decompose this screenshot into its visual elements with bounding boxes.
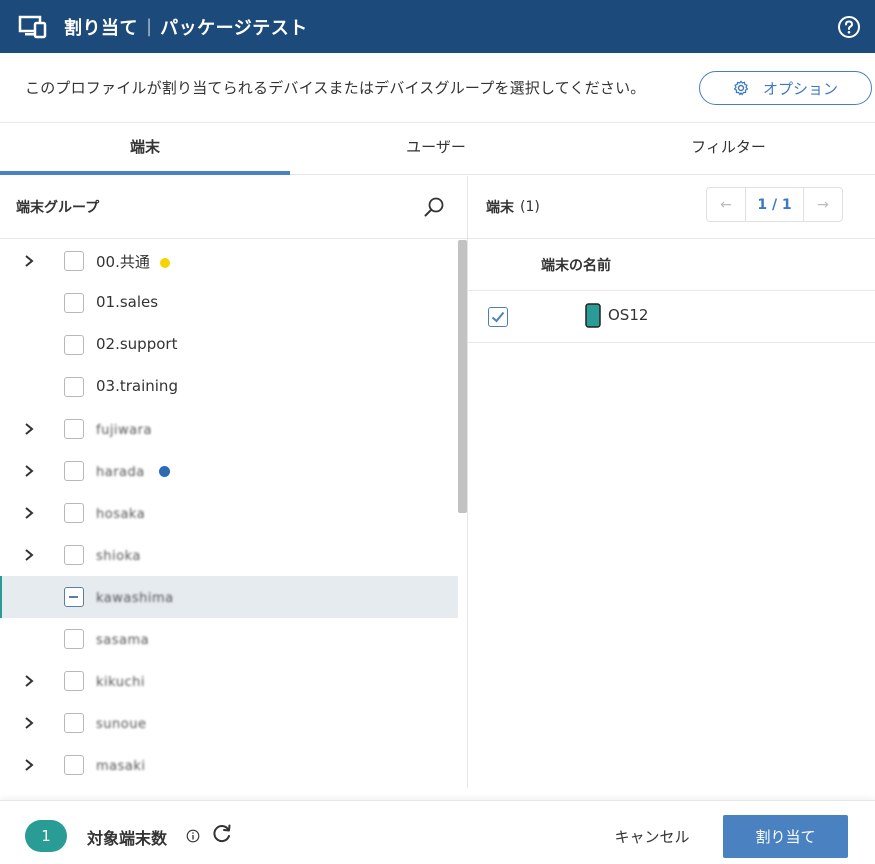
group-label: 03.training — [96, 377, 178, 395]
device-count: (1) — [520, 199, 540, 215]
chevron-right-icon[interactable] — [22, 757, 36, 773]
pager: ← 1 / 1 → — [706, 187, 843, 222]
profile-name: パッケージテスト — [160, 17, 308, 39]
target-device-count-label: 対象端末数 — [87, 829, 168, 848]
group-label: fujiwara — [96, 423, 152, 438]
search-icon[interactable] — [423, 196, 445, 218]
group-checkbox[interactable] — [64, 503, 84, 523]
device-row[interactable]: OS12 — [468, 291, 875, 343]
device-group-panel: 端末グループ 00.共通 01.sales 02.support 03.trai… — [0, 176, 468, 788]
assign-button[interactable]: 割り当て — [723, 815, 848, 858]
group-row[interactable]: sunoue — [0, 702, 458, 744]
group-checkbox[interactable] — [64, 629, 84, 649]
target-count-badge: 1 — [25, 820, 67, 852]
group-label: hosaka — [96, 507, 146, 522]
chevron-right-icon[interactable] — [22, 505, 36, 521]
group-panel-title: 端末グループ — [16, 200, 100, 216]
device-panel-title: 端末 — [486, 200, 514, 216]
device-name: OS12 — [608, 306, 649, 324]
column-header-device-name[interactable]: 端末の名前 — [468, 239, 875, 291]
title-separator: | — [146, 16, 153, 37]
group-row[interactable]: masaki — [0, 744, 458, 786]
status-dot-yellow — [159, 257, 170, 268]
group-row[interactable]: shioka — [0, 534, 458, 576]
chevron-right-icon[interactable] — [22, 715, 36, 731]
options-label: オプション — [762, 79, 838, 98]
device-panel: 端末 (1) ← 1 / 1 → 端末の名前 OS12 — [468, 176, 875, 788]
group-checkbox[interactable] — [64, 293, 84, 313]
group-panel-header: 端末グループ — [0, 176, 467, 239]
group-checkbox[interactable] — [64, 545, 84, 565]
dialog-title: 割り当て — [64, 17, 138, 39]
group-row[interactable]: 03.training — [0, 366, 458, 408]
group-row[interactable]: hosaka — [0, 492, 458, 534]
group-checkbox[interactable] — [64, 251, 84, 271]
chevron-right-icon[interactable] — [22, 463, 36, 479]
check-icon — [491, 311, 505, 323]
group-label: 00.共通 — [96, 251, 170, 272]
tab-users[interactable]: ユーザー — [290, 123, 582, 174]
tab-bar: 端末 ユーザー フィルター — [0, 123, 875, 175]
group-row[interactable]: 00.共通 — [0, 240, 458, 282]
help-circle-icon[interactable] — [837, 15, 861, 39]
group-row[interactable]: kikuchi — [0, 660, 458, 702]
tab-filters[interactable]: フィルター — [582, 123, 875, 174]
group-checkbox[interactable] — [64, 713, 84, 733]
group-row[interactable]: 02.support — [0, 324, 458, 366]
group-label: sunoue — [96, 717, 147, 732]
status-dot-blue — [159, 466, 170, 477]
chevron-right-icon[interactable] — [22, 253, 36, 269]
devices-icon — [18, 15, 47, 38]
group-label: sasama — [96, 633, 150, 648]
tab-devices[interactable]: 端末 — [0, 123, 290, 175]
group-checkbox[interactable] — [64, 377, 84, 397]
group-label: harada — [96, 465, 145, 480]
group-checkbox[interactable] — [64, 335, 84, 355]
phone-icon — [585, 303, 601, 328]
gear-icon — [733, 80, 749, 96]
group-label: shioka — [96, 549, 141, 564]
group-label: kawashima — [96, 591, 174, 606]
group-checkbox[interactable] — [64, 419, 84, 439]
device-checkbox-checked[interactable] — [488, 307, 508, 327]
group-checkbox-indeterminate[interactable] — [64, 587, 84, 607]
prev-page-button[interactable]: ← — [707, 188, 745, 221]
group-tree: 00.共通 01.sales 02.support 03.training fu… — [0, 240, 458, 788]
group-label: 02.support — [96, 335, 178, 353]
group-row[interactable]: sasama — [0, 618, 458, 660]
cancel-button[interactable]: キャンセル — [597, 817, 707, 855]
tree-scrollbar[interactable] — [458, 240, 467, 513]
group-checkbox[interactable] — [64, 671, 84, 691]
options-button[interactable]: オプション — [699, 71, 872, 105]
group-checkbox[interactable] — [64, 461, 84, 481]
instruction-text: このプロファイルが割り当てられるデバイスまたはデバイスグループを選択してください… — [25, 79, 646, 97]
group-label: kikuchi — [96, 675, 146, 690]
group-label: 01.sales — [96, 293, 159, 311]
group-row[interactable]: harada — [0, 450, 458, 492]
page-indicator: 1 / 1 — [745, 188, 804, 221]
chevron-right-icon[interactable] — [22, 547, 36, 563]
refresh-icon[interactable] — [210, 822, 234, 846]
group-checkbox[interactable] — [64, 755, 84, 775]
dialog-header: 割り当て | パッケージテスト — [0, 0, 875, 53]
dialog-footer: 1 対象端末数 キャンセル 割り当て — [0, 800, 875, 864]
group-label: masaki — [96, 759, 146, 774]
group-row[interactable]: 01.sales — [0, 282, 458, 324]
group-row[interactable]: fujiwara — [0, 408, 458, 450]
chevron-right-icon[interactable] — [22, 673, 36, 689]
chevron-right-icon[interactable] — [22, 421, 36, 437]
next-page-button[interactable]: → — [804, 188, 842, 221]
device-panel-header: 端末 (1) ← 1 / 1 → — [468, 176, 875, 239]
group-row-selected[interactable]: kawashima — [0, 576, 458, 618]
info-icon[interactable] — [186, 829, 200, 843]
